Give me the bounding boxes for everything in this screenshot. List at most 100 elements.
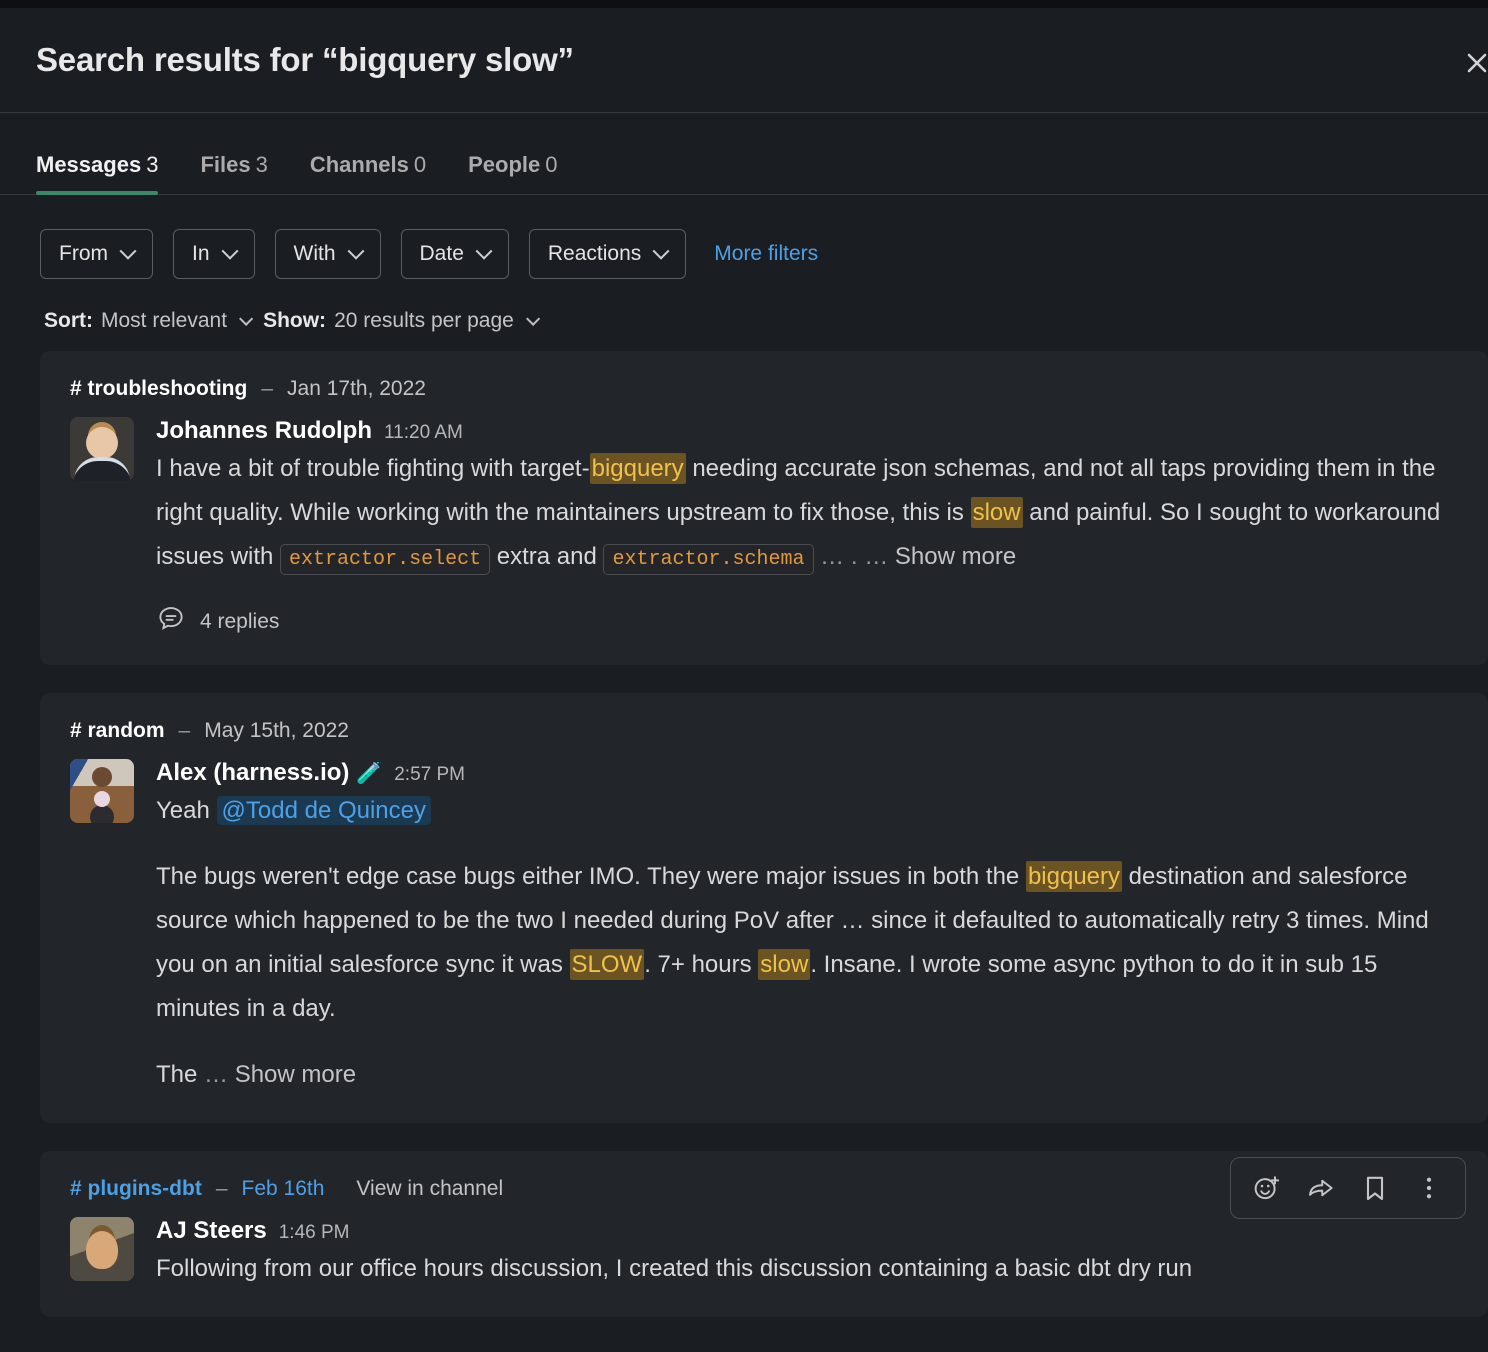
- message-body: Johannes Rudolph 11:20 AM I have a bit o…: [156, 417, 1458, 639]
- text-fragment: I have a bit of trouble fighting with ta…: [156, 455, 590, 482]
- close-icon[interactable]: [1460, 46, 1488, 80]
- avatar[interactable]: [70, 759, 134, 823]
- tab-channels-label: Channels: [309, 152, 409, 177]
- filter-date[interactable]: Date: [400, 229, 509, 279]
- message-body: Alex (harness.io) 🧪 2:57 PM Yeah @Todd d…: [156, 759, 1458, 1097]
- author-name: Alex (harness.io): [156, 759, 350, 786]
- text-fragment: Yeah: [156, 797, 217, 824]
- replies-count-label: 4 replies: [200, 609, 280, 633]
- message-greeting-line: Yeah @Todd de Quincey: [156, 789, 1458, 833]
- tab-messages[interactable]: Messages 3: [36, 152, 159, 195]
- message-timestamp[interactable]: 1:46 PM: [279, 1222, 350, 1244]
- sort-selector[interactable]: Sort: Most relevant: [44, 309, 254, 333]
- text-fragment: extra and: [490, 543, 604, 570]
- text-fragment: The bugs weren't edge case bugs either I…: [156, 863, 1026, 890]
- message-text-tail: The … Show more: [156, 1053, 1458, 1097]
- tab-files-count: 3: [255, 152, 268, 177]
- chevron-down-icon: [221, 242, 239, 260]
- result-meta: # troubleshooting – Jan 17th, 2022: [70, 377, 1458, 401]
- add-reaction-icon[interactable]: [1245, 1166, 1289, 1210]
- tab-files-label: Files: [200, 152, 251, 177]
- chevron-down-icon: [525, 311, 541, 326]
- filter-bar: From In With Date Reactions More filters: [0, 195, 1488, 279]
- message-hover-toolbar: [1230, 1157, 1466, 1219]
- message: Alex (harness.io) 🧪 2:57 PM Yeah @Todd d…: [70, 759, 1458, 1097]
- filter-from[interactable]: From: [40, 229, 153, 279]
- chevron-down-icon: [652, 242, 670, 260]
- result-channel[interactable]: # plugins-dbt: [70, 1177, 202, 1201]
- message-text: I have a bit of trouble fighting with ta…: [156, 447, 1458, 582]
- chevron-down-icon: [119, 242, 137, 260]
- show-label: Show:: [263, 309, 327, 332]
- message-header: Alex (harness.io) 🧪 2:57 PM: [156, 759, 1458, 787]
- text-ellipsis: …: [204, 1061, 235, 1088]
- search-highlight: bigquery: [589, 453, 686, 484]
- tab-channels-count: 0: [413, 152, 427, 177]
- search-result-item[interactable]: # troubleshooting – Jan 17th, 2022 Johan…: [40, 351, 1488, 665]
- user-mention[interactable]: @Todd de Quincey: [216, 796, 431, 825]
- result-date[interactable]: Feb 16th: [242, 1177, 325, 1201]
- tab-people-count: 0: [545, 152, 558, 177]
- more-filters-link[interactable]: More filters: [714, 242, 818, 266]
- meta-separator: –: [215, 1177, 228, 1200]
- tab-messages-label: Messages: [36, 152, 142, 177]
- message: AJ Steers 1:46 PM Following from our off…: [70, 1217, 1458, 1291]
- tab-channels[interactable]: Channels 0: [310, 152, 426, 194]
- search-tabs: Messages 3 Files 3 Channels 0 People 0: [0, 113, 1488, 195]
- inline-code: extractor.select: [280, 544, 491, 575]
- result-meta: # random – May 15th, 2022: [70, 719, 1458, 743]
- save-message-icon[interactable]: [1353, 1166, 1397, 1210]
- message-header: AJ Steers 1:46 PM: [156, 1217, 1458, 1245]
- chevron-down-icon: [347, 242, 365, 260]
- inline-code: extractor.schema: [603, 544, 814, 575]
- view-in-channel-link[interactable]: View in channel: [356, 1177, 503, 1201]
- message-body: AJ Steers 1:46 PM Following from our off…: [156, 1217, 1458, 1291]
- show-more-link[interactable]: Show more: [235, 1061, 356, 1088]
- result-channel[interactable]: # random: [70, 719, 165, 743]
- sort-label: Sort:: [44, 309, 93, 332]
- tab-people[interactable]: People 0: [468, 152, 557, 194]
- search-result-item[interactable]: # plugins-dbt – Feb 16th View in channel…: [40, 1151, 1488, 1317]
- share-message-icon[interactable]: [1299, 1166, 1343, 1210]
- filter-with[interactable]: With: [274, 229, 381, 279]
- more-actions-icon[interactable]: [1407, 1166, 1451, 1210]
- message-timestamp[interactable]: 11:20 AM: [384, 422, 463, 444]
- message-timestamp[interactable]: 2:57 PM: [394, 764, 465, 786]
- filter-from-label: From: [59, 242, 108, 265]
- sort-bar: Sort: Most relevant Show: 20 results per…: [0, 279, 1488, 333]
- result-channel[interactable]: # troubleshooting: [70, 377, 247, 401]
- message-text: Following from our office hours discussi…: [156, 1255, 1193, 1282]
- message-text: The bugs weren't edge case bugs either I…: [156, 855, 1458, 1031]
- search-highlight: SLOW: [569, 949, 645, 980]
- message-header: Johannes Rudolph 11:20 AM: [156, 417, 1458, 445]
- thread-icon: [156, 604, 186, 639]
- show-more-link[interactable]: Show more: [895, 543, 1016, 570]
- avatar[interactable]: [70, 1217, 134, 1281]
- page-title: Search results for “bigquery slow”: [36, 41, 574, 78]
- tab-files[interactable]: Files 3: [200, 152, 267, 194]
- search-results-panel: Search results for “bigquery slow” Messa…: [0, 0, 1488, 1352]
- text-ellipsis: … . …: [813, 543, 895, 570]
- chevron-down-icon: [239, 311, 254, 326]
- filter-reactions[interactable]: Reactions: [528, 229, 687, 279]
- message-author[interactable]: Alex (harness.io) 🧪: [156, 759, 382, 787]
- filter-reactions-label: Reactions: [547, 242, 642, 265]
- search-highlight: slow: [758, 949, 811, 980]
- show-value: 20 results per page: [334, 309, 514, 332]
- message-author[interactable]: Johannes Rudolph: [156, 417, 372, 445]
- result-date: Jan 17th, 2022: [287, 377, 426, 400]
- test-tube-emoji-icon: 🧪: [356, 762, 383, 785]
- meta-separator: –: [178, 719, 191, 742]
- filter-date-label: Date: [419, 242, 464, 265]
- avatar[interactable]: [70, 417, 134, 481]
- sort-value: Most relevant: [101, 309, 228, 332]
- window-top-strip: [0, 0, 1488, 8]
- search-result-item[interactable]: # random – May 15th, 2022 Alex (harness.…: [40, 693, 1488, 1123]
- search-results-list: # troubleshooting – Jan 17th, 2022 Johan…: [0, 333, 1488, 1317]
- filter-in[interactable]: In: [173, 229, 255, 279]
- message-author[interactable]: AJ Steers: [156, 1217, 267, 1245]
- thread-replies[interactable]: 4 replies: [156, 604, 1458, 639]
- show-selector[interactable]: Show: 20 results per page: [263, 309, 541, 333]
- filter-in-label: In: [192, 242, 210, 265]
- search-highlight: slow: [970, 497, 1023, 528]
